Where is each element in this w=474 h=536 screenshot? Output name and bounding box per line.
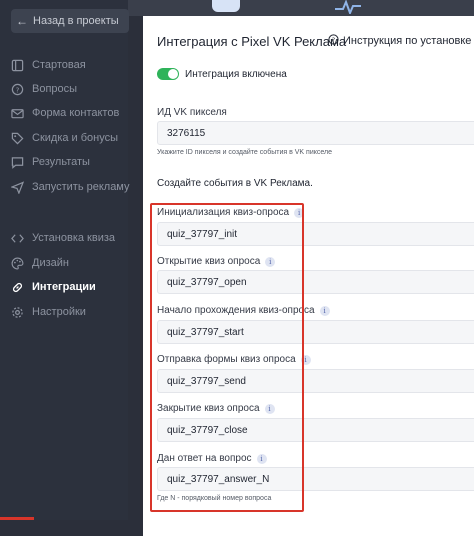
instructions-link[interactable]: ? Инструкция по установке bbox=[328, 34, 471, 48]
link-icon bbox=[10, 280, 24, 294]
help-circle-icon: ? bbox=[10, 82, 24, 96]
sidebar-item-label: Установка квиза bbox=[32, 232, 116, 244]
chat-icon bbox=[10, 155, 24, 169]
sidebar: ← Назад в проекты Стартовая ? Вопросы Фо… bbox=[0, 0, 130, 520]
back-label: Назад в проекты bbox=[33, 15, 119, 27]
top-tab-icon bbox=[212, 0, 240, 12]
sidebar-item-discounts[interactable]: Скидка и бонусы bbox=[10, 128, 118, 148]
instructions-label: Инструкция по установке bbox=[343, 35, 472, 47]
events-highlight-frame bbox=[150, 203, 304, 512]
sidebar-item-integrations[interactable]: Интеграции bbox=[10, 277, 96, 297]
sidebar-item-label: Форма контактов bbox=[32, 107, 120, 119]
send-icon bbox=[10, 180, 24, 194]
sidebar-item-label: Настройки bbox=[32, 306, 86, 318]
square-icon bbox=[10, 58, 24, 72]
embed-icon bbox=[10, 231, 24, 245]
info-icon[interactable]: i bbox=[319, 305, 330, 316]
sidebar-item-label: Результаты bbox=[32, 156, 90, 168]
tag-icon bbox=[10, 131, 24, 145]
sidebar-item-label: Стартовая bbox=[32, 59, 86, 71]
integration-toggle[interactable] bbox=[157, 68, 179, 80]
mail-icon bbox=[10, 106, 24, 120]
pulse-icon bbox=[335, 0, 361, 14]
pixel-id-hint: Укажите ID пикселя и создайте события в … bbox=[157, 149, 333, 156]
arrow-left-icon: ← bbox=[16, 14, 28, 28]
sidebar-item-contact-form[interactable]: Форма контактов bbox=[10, 103, 119, 123]
pixel-id-label: ИД VK пикселя bbox=[157, 107, 227, 118]
back-to-projects-button[interactable]: ← Назад в проекты bbox=[11, 9, 129, 33]
sidebar-item-label: Вопросы bbox=[32, 83, 78, 95]
page-title: Интеграция с Pixel VK Реклама bbox=[157, 34, 347, 49]
sidebar-item-design[interactable]: Дизайн bbox=[10, 253, 69, 273]
palette-icon bbox=[10, 256, 24, 270]
sidebar-item-label: Дизайн bbox=[32, 257, 69, 269]
events-title: Создайте события в VK Реклама. bbox=[157, 178, 313, 189]
pixel-id-input[interactable]: 3276115 bbox=[157, 121, 474, 145]
sidebar-item-install[interactable]: Установка квиза bbox=[10, 228, 115, 248]
sidebar-item-results[interactable]: Результаты bbox=[10, 152, 90, 172]
sidebar-item-launch-ads[interactable]: Запустить рекламу bbox=[10, 177, 130, 197]
svg-text:?: ? bbox=[15, 85, 19, 94]
svg-text:?: ? bbox=[332, 36, 335, 44]
gear-icon bbox=[10, 305, 24, 319]
toggle-label: Интеграция включена bbox=[185, 69, 287, 80]
help-circle-icon: ? bbox=[328, 34, 339, 48]
sidebar-item-questions[interactable]: ? Вопросы bbox=[10, 79, 77, 99]
sidebar-item-label: Интеграции bbox=[32, 281, 96, 293]
sidebar-item-label: Запустить рекламу bbox=[32, 181, 130, 193]
sidebar-item-label: Скидка и бонусы bbox=[32, 132, 119, 144]
sidebar-item-settings[interactable]: Настройки bbox=[10, 302, 86, 322]
top-strip bbox=[128, 0, 474, 16]
sidebar-item-start[interactable]: Стартовая bbox=[10, 55, 86, 75]
